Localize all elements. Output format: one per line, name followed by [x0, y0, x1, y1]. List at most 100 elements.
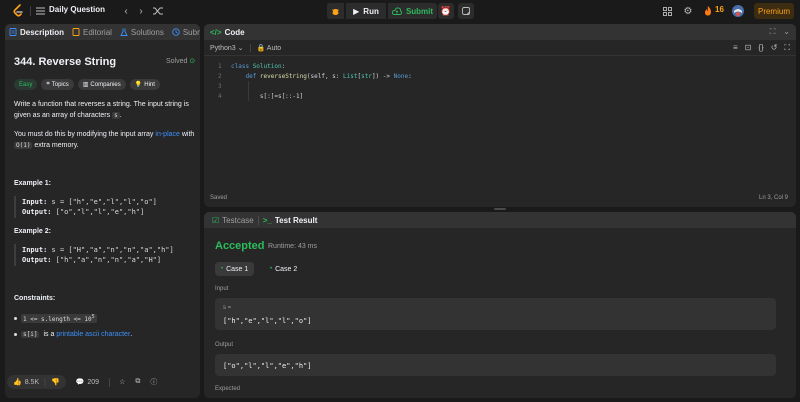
example-1-heading: Example 1:	[14, 180, 51, 187]
example-2-output: Output: ["h","a","n","n","a","H"]	[22, 256, 162, 264]
indent-guide	[248, 81, 249, 101]
bookmark-icon[interactable]: ⊡	[745, 43, 752, 53]
tab-testcase[interactable]: ☑ Testcase	[208, 212, 258, 228]
constraint-item: s[i] is a printable ascii character.	[14, 331, 132, 338]
example-1-input: Input: s = ["h","e","l","l","o"]	[22, 198, 157, 206]
top-nav: Daily Question ‹ › ▶ Run Submit ⏰ ⚙ 16 P…	[0, 0, 800, 22]
chevron-left-icon[interactable]: ‹	[119, 4, 133, 18]
code-line[interactable]	[231, 83, 235, 90]
result-tabs: ☑ Testcase >_ Test Result	[204, 212, 796, 228]
output-value: ["o","l","l","e","h"]	[223, 362, 312, 370]
output-label: Output	[215, 342, 234, 348]
history-icon	[172, 28, 180, 36]
document-icon	[9, 28, 17, 36]
auto-complete-toggle[interactable]: 🔒 Auto	[257, 44, 282, 52]
inline-code: s	[112, 112, 120, 119]
tag-icon: ⌗	[46, 81, 50, 87]
code-editor-panel: </> Code ⛶ ⌄ Python3 ⌄ 🔒 Auto ≡ ⊡ {} ↺ ⛶…	[204, 24, 796, 207]
premium-button[interactable]: Premium	[754, 3, 794, 19]
checkbox-icon: ☑	[212, 215, 220, 225]
avatar[interactable]	[731, 4, 745, 18]
lightbulb-icon: 💡	[134, 82, 143, 88]
in-place-link[interactable]: in-place	[155, 131, 180, 138]
tag-row: Easy ⌗ Topics ▥ Companies 💡 Hint	[14, 79, 160, 90]
description-footer: 👍 8.5K | 👎 💬 209 ☆ ⧉ ⓘ	[5, 372, 200, 392]
check-circle-icon: ⊙	[189, 58, 196, 65]
play-icon: ▶	[353, 6, 360, 16]
shuffle-icon[interactable]	[151, 4, 165, 18]
printable-ascii-link[interactable]: printable ascii character	[56, 331, 130, 338]
tab-test-result[interactable]: >_ Test Result	[259, 212, 322, 228]
building-icon: ▥	[82, 82, 89, 88]
problem-list-icon[interactable]	[33, 4, 47, 18]
input-value: ["h","e","l","l","o"]	[223, 317, 312, 325]
terminal-icon: >_	[262, 215, 272, 225]
description-tabs: Description Editorial Solutions Subm	[5, 24, 200, 40]
code-line[interactable]: s[:]=s[::-1]	[231, 93, 303, 100]
bullet-dot	[14, 333, 17, 336]
solved-status: Solved ⊙	[166, 58, 196, 65]
lock-icon: 🔒	[256, 44, 266, 52]
input-box: s = ["h","e","l","l","o"]	[215, 298, 776, 330]
streak-count[interactable]: 16	[715, 5, 724, 14]
submit-button[interactable]: Submit	[388, 3, 437, 19]
gear-icon[interactable]: ⚙	[681, 4, 695, 18]
format-icon[interactable]: ≡	[733, 43, 738, 53]
resize-handle[interactable]	[494, 208, 506, 210]
settings-icon[interactable]: ⛶	[784, 43, 790, 53]
alarm-clock-icon[interactable]: ⏰	[438, 3, 454, 19]
difficulty-badge: Easy	[14, 79, 38, 90]
case-1-tab[interactable]: • Case 1	[215, 262, 255, 276]
case-2-tab[interactable]: • Case 2	[264, 262, 303, 276]
runtime-label: Runtime: 43 ms	[268, 243, 318, 250]
thumbs-down-icon[interactable]: 👎	[51, 378, 60, 386]
code-line[interactable]: class Solution:	[231, 63, 285, 70]
tab-editorial[interactable]: Editorial	[68, 24, 116, 40]
input-variable: s =	[223, 305, 232, 311]
collapse-icon[interactable]: ⌄	[783, 27, 790, 37]
line-number: 1	[218, 63, 222, 70]
pass-dot: •	[221, 266, 224, 272]
example-2-heading: Example 2:	[14, 228, 51, 235]
line-number: 2	[218, 73, 222, 80]
tab-description[interactable]: Description	[5, 24, 68, 40]
chevron-right-icon[interactable]: ›	[134, 4, 148, 18]
daily-question-title[interactable]: Daily Question	[49, 5, 105, 14]
leetcode-logo-icon[interactable]	[12, 4, 24, 18]
maximize-icon[interactable]: ⛶	[770, 27, 776, 37]
tab-submissions[interactable]: Subm	[168, 24, 200, 40]
inline-code: O(1)	[14, 142, 33, 149]
book-icon	[72, 28, 80, 36]
example-2-border	[14, 244, 16, 266]
problem-requirement: You must do this by modifying the input …	[14, 131, 195, 149]
constraint-item: 1 <= s.length <= 105	[14, 314, 97, 323]
run-button[interactable]: ▶ Run	[346, 3, 386, 19]
constraints-heading: Constraints:	[14, 295, 56, 302]
help-icon[interactable]: ⓘ	[150, 377, 157, 387]
run-submit-group: ▶ Run Submit	[327, 3, 437, 19]
share-icon[interactable]: ⧉	[135, 378, 140, 386]
code-brackets-icon: </>	[210, 27, 222, 37]
debug-button[interactable]	[327, 3, 344, 19]
layout-grid-icon[interactable]	[660, 4, 674, 18]
like-button[interactable]: 👍 8.5K | 👎	[7, 375, 66, 389]
companies-button[interactable]: ▥ Companies	[77, 79, 126, 90]
reset-icon[interactable]: ↺	[771, 43, 778, 53]
topics-button[interactable]: ⌗ Topics	[41, 79, 74, 90]
tab-solutions[interactable]: Solutions	[116, 24, 168, 40]
code-line[interactable]: def reverseString(self, s: List[str]) ->…	[231, 73, 411, 80]
example-1-output: Output: ["o","l","l","e","h"]	[22, 208, 145, 216]
divider	[109, 377, 111, 387]
braces-icon[interactable]: {}	[758, 43, 763, 53]
cloud-upload-icon	[391, 7, 402, 15]
fire-icon	[701, 4, 715, 18]
problem-title[interactable]: 344. Reverse String	[14, 56, 116, 68]
comments-button[interactable]: 💬 209	[76, 378, 99, 387]
tab-code[interactable]: </> Code	[210, 24, 245, 40]
star-icon[interactable]: ☆	[119, 378, 125, 386]
language-select[interactable]: Python3 ⌄	[210, 44, 244, 52]
hint-button[interactable]: 💡 Hint	[129, 79, 160, 90]
divider	[30, 6, 31, 16]
notes-icon[interactable]	[458, 3, 474, 19]
problem-statement: Write a function that reverses a string.…	[14, 101, 189, 119]
